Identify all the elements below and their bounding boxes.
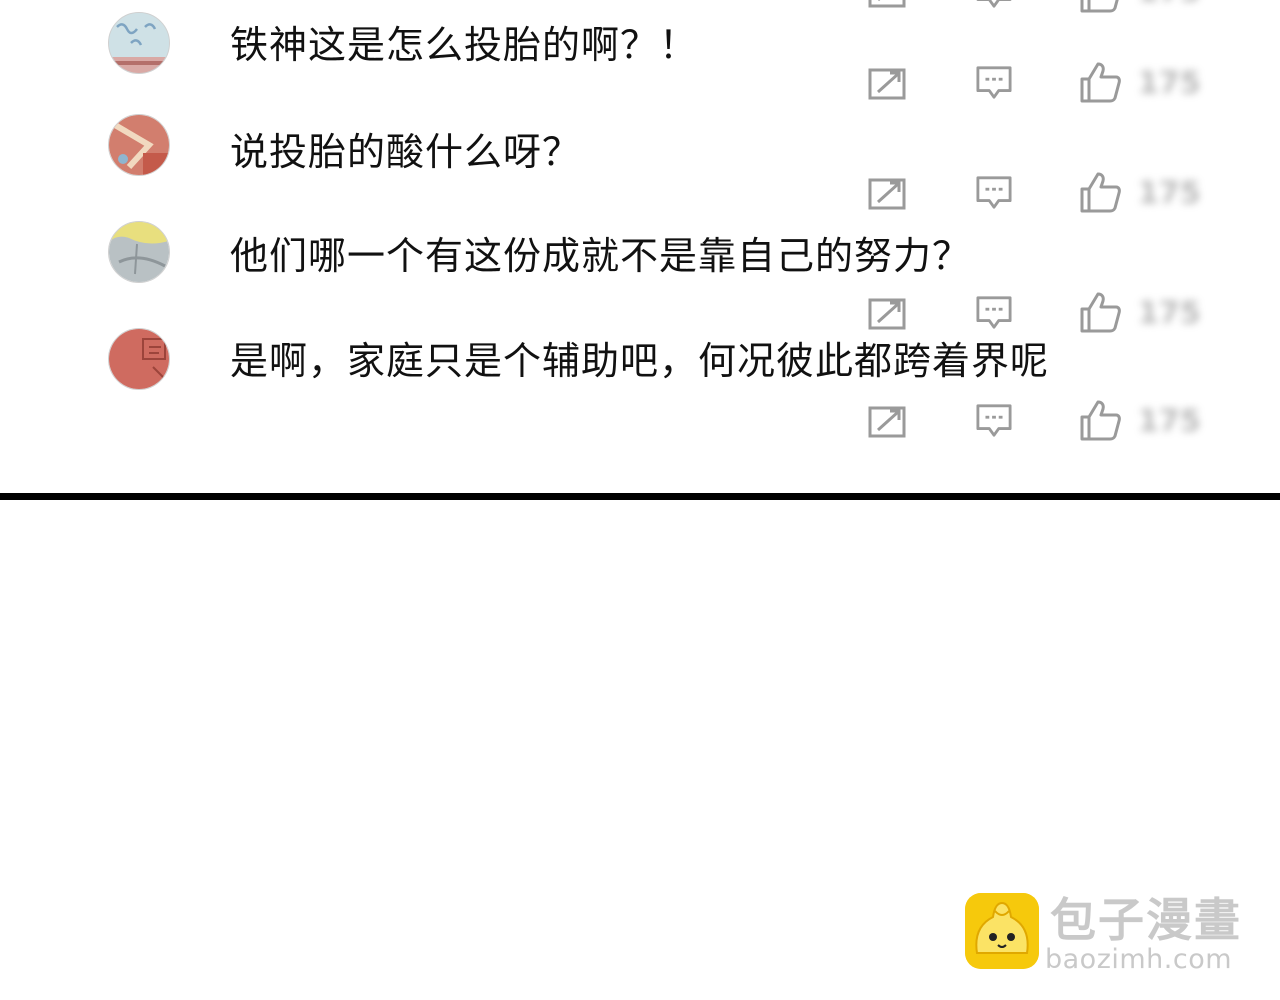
avatar[interactable]: [108, 221, 170, 283]
comment-text: 他们哪一个有这份成就不是靠自己的努力？: [230, 234, 972, 278]
reply-icon[interactable]: [975, 175, 1013, 211]
reply-icon[interactable]: [975, 0, 1013, 10]
share-icon[interactable]: [868, 66, 908, 100]
share-icon[interactable]: [868, 296, 908, 330]
share-icon[interactable]: [868, 404, 908, 438]
like-count: 175: [1138, 404, 1201, 439]
like-count: 175: [1138, 66, 1201, 101]
thumbs-up-icon[interactable]: [1078, 398, 1122, 442]
action-row: 175: [0, 62, 1280, 106]
like-count: 175: [1138, 176, 1201, 211]
share-icon[interactable]: [868, 0, 908, 8]
section-divider: [0, 493, 1280, 500]
watermark-title: 包子漫畫: [1050, 893, 1242, 947]
reply-icon[interactable]: [975, 65, 1013, 101]
action-row: 175: [0, 172, 1280, 216]
comment-text: 说投胎的酸什么呀？: [230, 130, 582, 174]
reply-icon[interactable]: [975, 295, 1013, 331]
bun-logo-icon: [965, 893, 1039, 969]
avatar[interactable]: [108, 114, 170, 176]
avatar[interactable]: [108, 328, 170, 390]
watermark: 包子漫畫 baozimh.com: [965, 893, 1265, 978]
action-row: 175: [0, 400, 1280, 444]
thumbs-up-icon[interactable]: [1078, 170, 1122, 214]
watermark-url: baozimh.com: [1045, 944, 1233, 975]
like-count: 175: [1138, 0, 1201, 9]
reply-icon[interactable]: [975, 403, 1013, 439]
comment-text: 是啊，家庭只是个辅助吧，何况彼此都跨着界呢: [230, 339, 1050, 383]
like-count: 175: [1138, 296, 1201, 331]
share-icon[interactable]: [868, 176, 908, 210]
thumbs-up-icon[interactable]: [1078, 60, 1122, 104]
